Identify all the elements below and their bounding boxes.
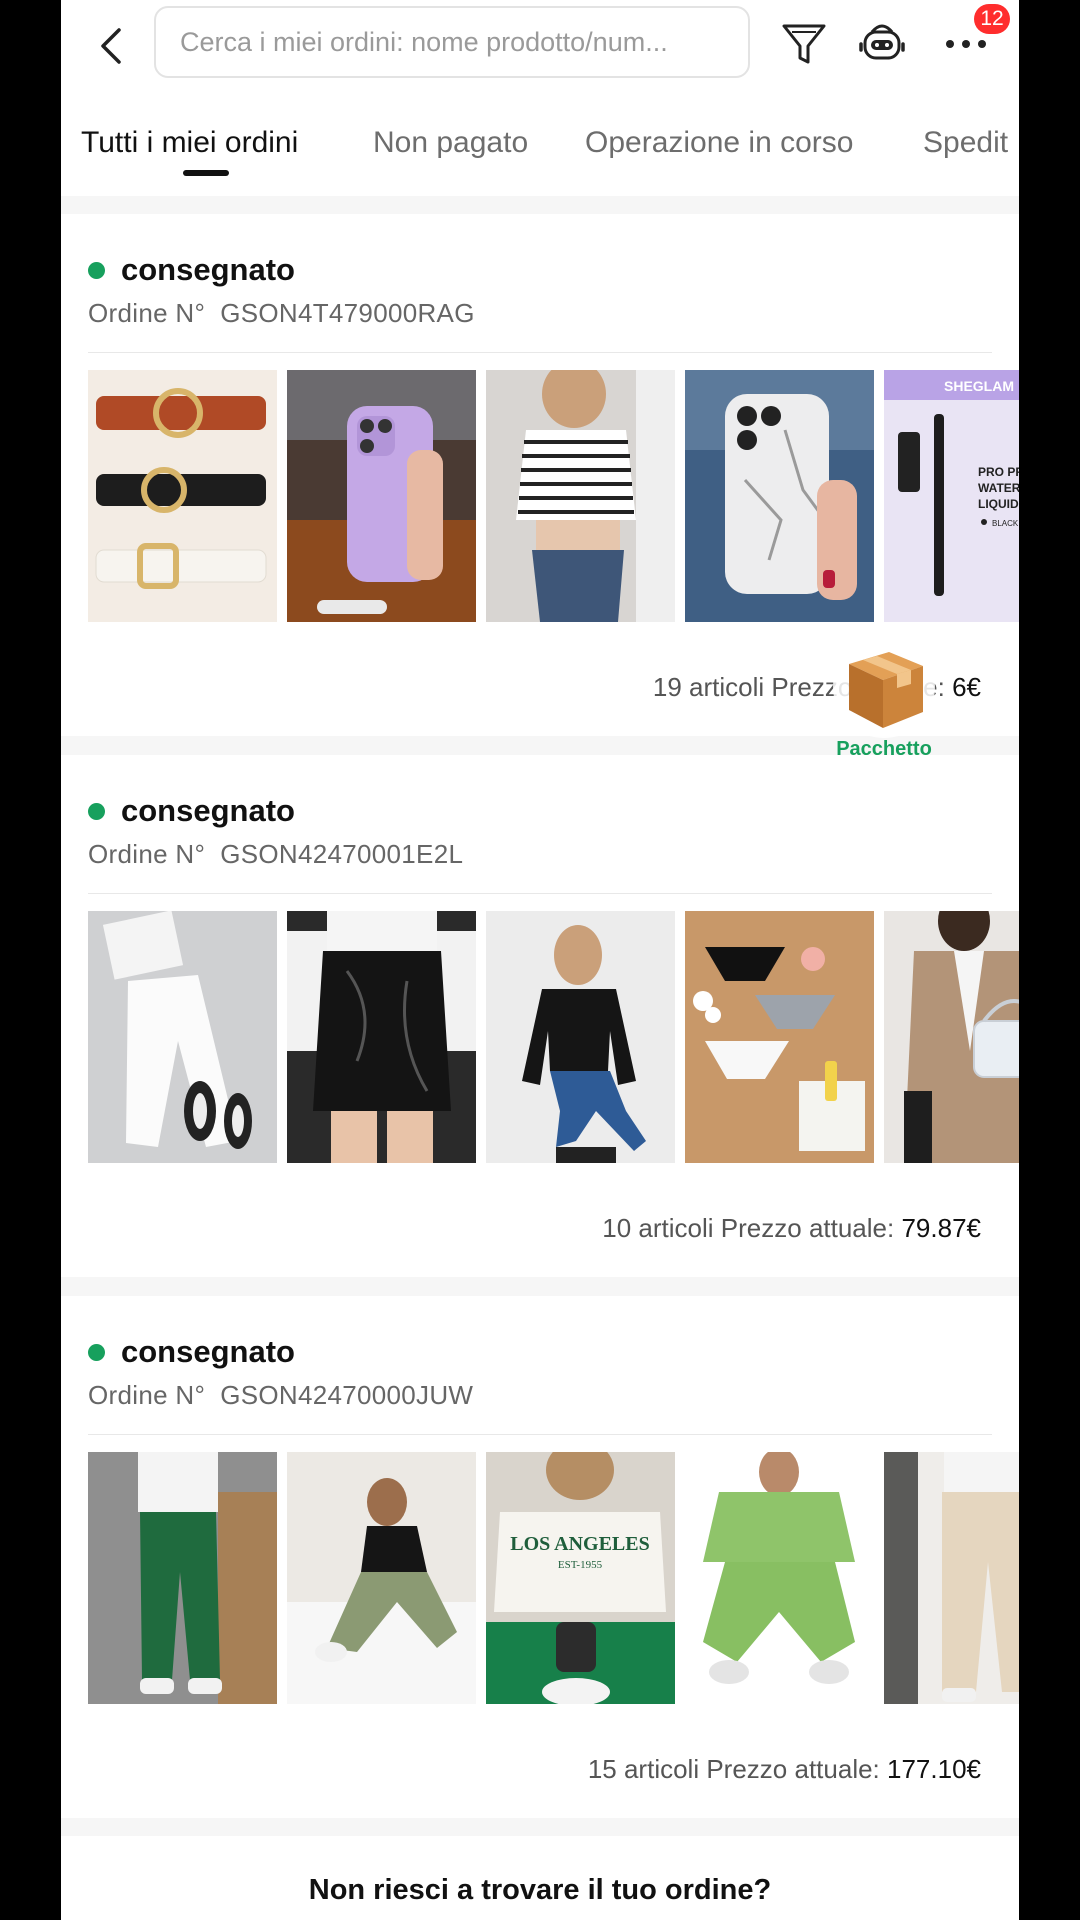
items-count: 19 articoli: [652, 672, 765, 702]
footer: Non riesci a trovare il tuo ordine?: [61, 1836, 1019, 1920]
order-number: Ordine N° GSON42470001E2L: [88, 839, 463, 870]
order-number-value: GSON42470000JUW: [220, 1380, 474, 1410]
print-text: LOS ANGELES: [510, 1533, 650, 1555]
status-dot-icon: [88, 261, 105, 279]
product-thumbnail-los-angeles-sweatshirt[interactable]: LOS ANGELES EST-1955: [486, 1452, 675, 1704]
product-thumbnail-striped-top[interactable]: [486, 370, 675, 622]
order-price: 177.10€: [887, 1754, 981, 1784]
product-thumbnails: [88, 911, 1019, 1163]
order-status: consegnato: [88, 793, 295, 829]
order-number-prefix: Ordine N°: [88, 1380, 206, 1410]
items-count: 15 articoli: [587, 1754, 700, 1784]
product-thumbnail-marble-phone-case[interactable]: [685, 370, 874, 622]
svg-text:PRO PR: PRO PR: [978, 465, 1019, 479]
status-label: consegnato: [121, 252, 295, 287]
status-label: consegnato: [121, 793, 295, 828]
tab-in-progress[interactable]: Operazione in corso: [585, 126, 853, 160]
svg-text:LIQUID: LIQUID: [978, 497, 1019, 511]
status-label: consegnato: [121, 1334, 295, 1369]
tab-shipped[interactable]: Spedit: [923, 126, 1008, 160]
product-thumbnail-purple-phone-case[interactable]: [287, 370, 476, 622]
tab-unpaid[interactable]: Non pagato: [373, 126, 528, 160]
order-number-value: GSON4T479000RAG: [220, 298, 475, 328]
svg-text:EST-1955: EST-1955: [558, 1559, 603, 1571]
product-thumbnail-cream-pants[interactable]: [884, 1452, 1019, 1704]
product-thumbnail-leather-skirt[interactable]: [287, 911, 476, 1163]
product-thumbnail-green-sweatpants[interactable]: [88, 1452, 277, 1704]
customer-service-robot-icon[interactable]: [856, 18, 908, 70]
product-thumbnail-green-tracksuit[interactable]: [685, 1452, 874, 1704]
order-status: consegnato: [88, 1334, 295, 1370]
order-price: 6€: [952, 672, 981, 702]
product-thumbnail-beige-blazer[interactable]: [884, 911, 1019, 1163]
product-thumbnail-belts[interactable]: [88, 370, 277, 622]
brand-text: SHEGLAM: [944, 378, 1014, 394]
back-arrow-icon[interactable]: [89, 22, 137, 70]
order-search-input[interactable]: [156, 8, 748, 76]
package-label: Pacchetto: [836, 738, 932, 760]
orders-screen: 12 Tutti i miei ordini Non pagato Operaz…: [61, 0, 1019, 1920]
product-thumbnails: LOS ANGELES EST-1955: [88, 1452, 1019, 1704]
filter-icon[interactable]: [778, 18, 830, 70]
price-label: Prezzo attuale:: [720, 1213, 895, 1243]
order-number-prefix: Ordine N°: [88, 839, 206, 869]
product-thumbnail-sheglam-eyeliner[interactable]: SHEGLAM PRO PR WATERF LIQUID BLACK: [884, 370, 1019, 622]
svg-text:BLACK: BLACK: [992, 519, 1019, 528]
price-label: Prezzo attuale:: [706, 1754, 880, 1784]
order-number-prefix: Ordine N°: [88, 298, 206, 328]
items-count: 10 articoli: [602, 1213, 714, 1243]
notification-badge: 12: [974, 4, 1010, 34]
tab-all-orders[interactable]: Tutti i miei ordini: [81, 126, 298, 160]
divider: [88, 893, 992, 894]
package-box-icon: [833, 636, 935, 738]
order-number: Ordine N° GSON42470000JUW: [88, 1380, 473, 1411]
header: 12 Tutti i miei ordini Non pagato Operaz…: [61, 0, 1019, 196]
order-price: 79.87€: [901, 1213, 981, 1243]
order-status: consegnato: [88, 252, 295, 288]
svg-text:WATERF: WATERF: [978, 481, 1019, 495]
product-thumbnail-green-flares[interactable]: [287, 1452, 476, 1704]
order-summary: 15 articoli Prezzo attuale: 177.10€: [588, 1754, 981, 1785]
order-search-field[interactable]: [154, 6, 750, 78]
active-tab-indicator: [183, 170, 229, 176]
product-thumbnail-white-joggers[interactable]: [88, 911, 277, 1163]
divider: [88, 1434, 992, 1435]
cant-find-order-text[interactable]: Non riesci a trovare il tuo ordine?: [61, 1874, 1019, 1907]
product-thumbnail-black-top-jeans[interactable]: [486, 911, 675, 1163]
status-dot-icon: [88, 1343, 105, 1361]
product-thumbnail-underwear-set[interactable]: [685, 911, 874, 1163]
order-summary: 10 articoli Prezzo attuale: 79.87€: [602, 1213, 981, 1244]
order-number: Ordine N° GSON4T479000RAG: [88, 298, 475, 329]
order-card[interactable]: consegnato Ordine N° GSON42470000JUW LOS…: [61, 1296, 1019, 1818]
package-widget[interactable]: Pacchetto: [819, 636, 949, 766]
divider: [88, 352, 992, 353]
order-card[interactable]: consegnato Ordine N° GSON42470001E2L 10 …: [61, 755, 1019, 1277]
status-dot-icon: [88, 802, 105, 820]
product-thumbnails: SHEGLAM PRO PR WATERF LIQUID BLACK: [88, 370, 1019, 622]
order-number-value: GSON42470001E2L: [220, 839, 464, 869]
